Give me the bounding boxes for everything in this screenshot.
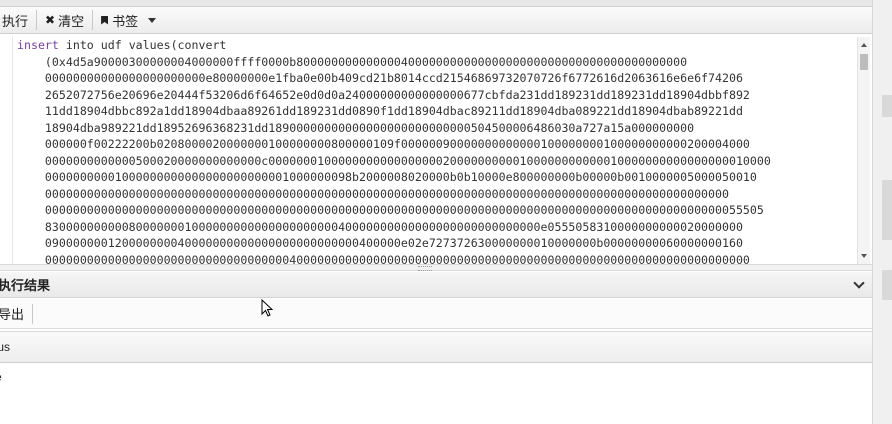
code-text: 8300000000008000000010000000000000000000… (17, 219, 743, 234)
code-text: 000000f00222200b020800002000000010000000… (17, 137, 750, 151)
code-line[interactable]: 0000000000100000000000000000000000100000… (17, 169, 857, 186)
scroll-down-arrow-icon[interactable] (861, 254, 867, 258)
export-button[interactable]: 导出 (0, 303, 30, 325)
code-text: into udf values(convert (58, 38, 227, 52)
results-panel-header[interactable]: 执行结果 (0, 272, 872, 298)
code-text: 0900000001200000000400000000000000000000… (17, 236, 743, 250)
code-text: 0000000000000000000000000000000000000000… (17, 186, 729, 201)
code-line[interactable]: 0000000000000000000000000000000000000000… (17, 186, 857, 203)
sql-code-area[interactable]: insert into udf values(convert (0x4d5a90… (17, 37, 857, 264)
editor-toolbar: 执行 ✖ 清空 书签 (0, 7, 872, 34)
code-line[interactable]: 0000000000000000000000000000000000040000… (17, 252, 857, 265)
sql-keyword: insert (17, 38, 59, 52)
bookmark-button[interactable]: 书签 (95, 9, 162, 31)
side-panel-tab[interactable] (882, 180, 892, 240)
code-line[interactable]: 000000f00222200b020800002000000010000000… (17, 136, 857, 153)
side-panel-tab[interactable] (882, 270, 892, 300)
mouse-cursor-icon (261, 299, 273, 317)
code-text: 0000000000000000000000000000000000000000… (17, 203, 764, 217)
side-panel-edge (872, 0, 892, 424)
sql-editor[interactable]: insert into udf values(convert (0x4d5a90… (12, 37, 872, 264)
close-icon: ✖ (45, 13, 56, 27)
code-text: 0000000000100000000000000000000000100000… (17, 170, 757, 184)
code-line[interactable]: 0000000000000000000000000000000000000000… (17, 202, 857, 219)
execute-button[interactable]: 执行 (0, 9, 34, 31)
toolbar-separator (92, 10, 94, 30)
execute-button-label: 执行 (2, 13, 29, 29)
results-panel-title: 执行结果 (0, 278, 51, 293)
panel-splitter[interactable] (0, 264, 872, 271)
code-line[interactable]: 18904dba989221dd18952696368231dd18900000… (17, 120, 857, 137)
chevron-down-icon[interactable] (148, 17, 157, 23)
export-button-label: 导出 (0, 307, 25, 322)
code-line[interactable]: 00000000000000000000000e80000000e1fba0e0… (17, 70, 857, 87)
code-text: 00000000000000000000000e80000000e1fba0e0… (17, 71, 743, 85)
scroll-up-arrow-icon[interactable] (861, 43, 867, 47)
clear-button[interactable]: ✖ 清空 (39, 9, 90, 31)
code-text: 18904dba989221dd18952696368231dd18900000… (17, 120, 695, 135)
toolbar-separator (36, 10, 38, 30)
results-grid-header: tus (0, 331, 872, 363)
table-cell: e (0, 370, 2, 384)
code-line[interactable]: 11dd18904dbbc892a1dd18904dbaa89261dd1892… (17, 103, 857, 120)
chevron-down-icon[interactable] (853, 277, 865, 289)
toolbar-separator (32, 303, 34, 324)
code-text: 11dd18904dbbc892a1dd18904dbaa89261dd1892… (17, 104, 743, 118)
code-text: 0000000000000000000000000000000000040000… (17, 252, 750, 265)
code-line[interactable]: 2652072756e20696e20444f53206d6f64652e0d0… (17, 87, 857, 104)
side-panel-tab[interactable] (882, 95, 892, 117)
code-text: 0000000000000500020000000000000c00000001… (17, 153, 771, 168)
code-text: (0x4d5a90000300000004000000ffff0000b8000… (17, 54, 688, 69)
code-line[interactable]: 8300000000008000000010000000000000000000… (17, 219, 857, 236)
window-top-strip (0, 0, 872, 7)
clear-button-label: 清空 (58, 13, 85, 29)
scrollbar-thumb[interactable] (860, 54, 868, 70)
code-line[interactable]: insert into udf values(convert (17, 37, 857, 54)
bookmark-button-label: 书签 (112, 13, 139, 29)
code-line[interactable]: (0x4d5a90000300000004000000ffff0000b8000… (17, 54, 857, 71)
splitter-grip-icon[interactable] (418, 266, 432, 271)
code-text: 2652072756e20696e20444f53206d6f64652e0d0… (17, 87, 750, 102)
bookmark-icon (101, 15, 109, 25)
editor-vertical-scrollbar[interactable] (857, 37, 870, 264)
code-line[interactable]: 0000000000000500020000000000000c00000001… (17, 153, 857, 170)
code-line[interactable]: 0900000001200000000400000000000000000000… (17, 235, 857, 252)
results-toolbar: 导出 (0, 299, 872, 329)
column-header-status[interactable]: tus (0, 340, 10, 354)
table-row[interactable]: e (0, 368, 872, 386)
